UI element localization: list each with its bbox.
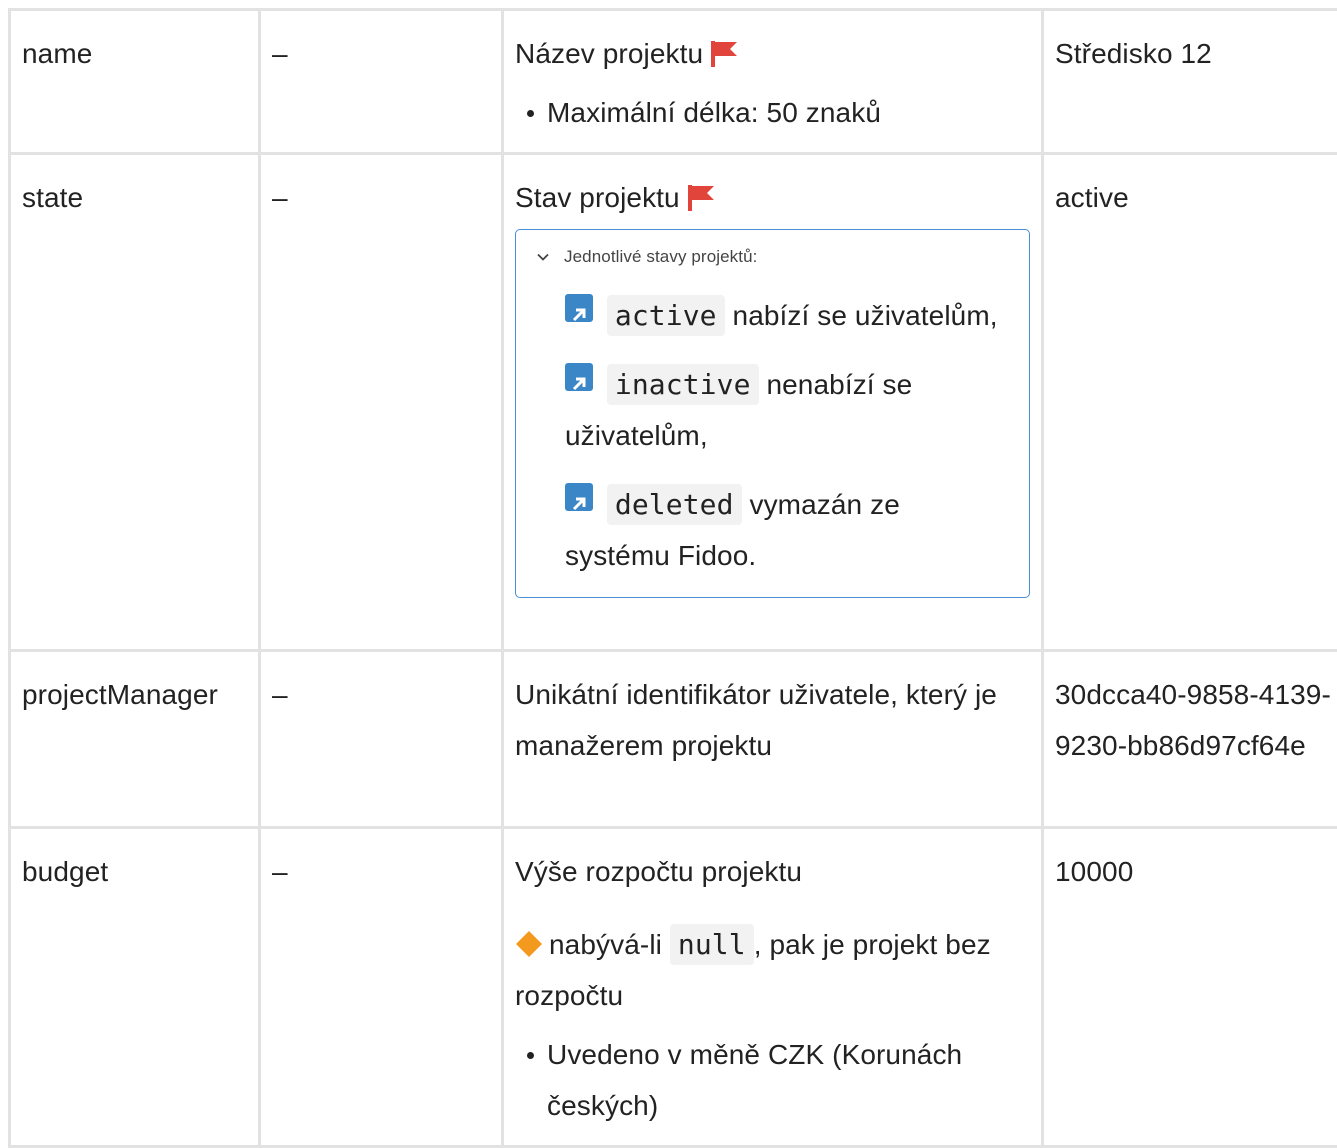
param-name: projectManager xyxy=(10,651,260,828)
param-required: – xyxy=(260,154,503,651)
table-row: projectManager – Unikátní identifikátor … xyxy=(10,651,1337,828)
external-link-icon[interactable] xyxy=(565,294,593,322)
state-code: deleted xyxy=(607,484,742,525)
state-item: active nabízí se uživatelům, xyxy=(534,290,1011,341)
bullet-list: Uvedeno v měně CZK (Korunách českých) xyxy=(515,1029,1030,1131)
state-text: nabízí se uživatelům, xyxy=(733,300,998,331)
state-code: active xyxy=(607,295,725,336)
param-name: name xyxy=(10,10,260,154)
param-required: – xyxy=(260,651,503,828)
list-item: Maximální délka: 50 znaků xyxy=(547,87,1030,138)
states-details: Jednotlivé stavy projektů: active nabízí… xyxy=(515,229,1030,598)
flag-icon xyxy=(711,41,737,67)
param-example: Středisko 12 xyxy=(1043,10,1337,154)
table-row: name – Název projektu Maximální délka: 5… xyxy=(10,10,1337,154)
table-row: state – Stav projektu Jednotlivé stavy p… xyxy=(10,154,1337,651)
param-name: state xyxy=(10,154,260,651)
state-item: inactive nenabízí se uživatelům, xyxy=(534,359,1011,461)
param-description: Výše rozpočtu projektu nabývá-li null, p… xyxy=(503,828,1043,1147)
description-text: Název projektu xyxy=(515,38,703,69)
param-example: 30dcca40-9858-4139-9230-bb86d97cf64e xyxy=(1043,651,1337,828)
details-summary-label: Jednotlivé stavy projektů: xyxy=(564,242,757,272)
description-text: Stav projektu xyxy=(515,182,680,213)
state-code: inactive xyxy=(607,364,759,405)
list-item: Uvedeno v měně CZK (Korunách českých) xyxy=(547,1029,1030,1131)
bullet-list: Maximální délka: 50 znaků xyxy=(515,87,1030,138)
diamond-icon xyxy=(515,930,543,958)
parameters-table: name – Název projektu Maximální délka: 5… xyxy=(8,8,1337,1148)
details-summary[interactable]: Jednotlivé stavy projektů: xyxy=(534,242,1011,272)
param-required: – xyxy=(260,828,503,1147)
param-name: budget xyxy=(10,828,260,1147)
state-item: deleted vymazán ze systému Fidoo. xyxy=(534,479,1011,581)
note-text: nabývá-li xyxy=(549,929,662,960)
param-description: Stav projektu Jednotlivé stavy projektů:… xyxy=(503,154,1043,651)
null-note: nabývá-li null, pak je projekt bez rozpo… xyxy=(515,919,1030,1021)
external-link-icon[interactable] xyxy=(565,363,593,391)
param-required: – xyxy=(260,10,503,154)
flag-icon xyxy=(688,185,714,211)
param-description: Unikátní identifikátor uživatele, který … xyxy=(503,651,1043,828)
external-link-icon[interactable] xyxy=(565,483,593,511)
param-example: 10000 xyxy=(1043,828,1337,1147)
null-code: null xyxy=(670,924,754,965)
param-example: active xyxy=(1043,154,1337,651)
description-text: Výše rozpočtu projektu xyxy=(515,846,1030,897)
table-row: budget – Výše rozpočtu projektu nabývá-l… xyxy=(10,828,1337,1147)
param-description: Název projektu Maximální délka: 50 znaků xyxy=(503,10,1043,154)
chevron-down-icon xyxy=(536,250,550,264)
